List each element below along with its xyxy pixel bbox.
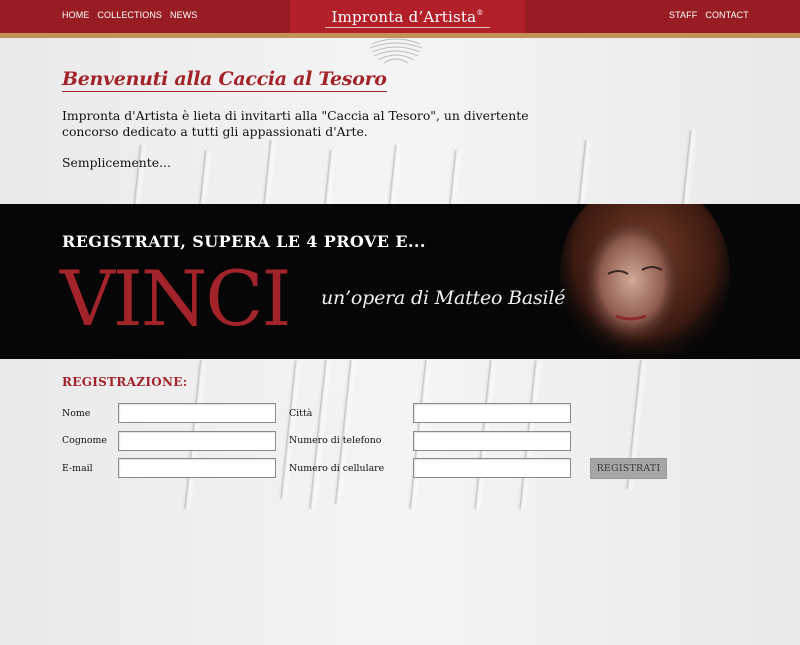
cognome-input[interactable]: [118, 431, 276, 451]
canvas-cut: [334, 359, 353, 505]
nav-contact-link[interactable]: CONTACT: [705, 10, 749, 20]
canvas-cut: [324, 149, 333, 205]
registrati-button[interactable]: REGISTRATI: [590, 458, 667, 479]
canvas-cut: [682, 129, 693, 205]
banner-subtitle: un’opera di Matteo Basilé: [321, 287, 566, 309]
nome-input[interactable]: [118, 403, 276, 423]
brand-name: Impronta d’Artista®: [325, 8, 490, 28]
intro-continuation: Semplicemente...: [62, 155, 171, 170]
cognome-label: Cognome: [62, 435, 107, 446]
canvas-cut: [198, 149, 208, 210]
canvas-cut: [449, 149, 458, 205]
canvas-cut: [578, 139, 588, 205]
fingerprint-icon: [369, 38, 423, 64]
brand-logo[interactable]: Impronta d’Artista®: [290, 0, 525, 33]
registered-mark: ®: [476, 8, 484, 17]
canvas-cut: [388, 144, 398, 205]
banner-vinci-word: VINCI: [60, 254, 292, 343]
secondary-nav: STAFF CONTACT: [669, 10, 749, 20]
page-title: Benvenuti alla Caccia al Tesoro: [62, 68, 387, 92]
nav-collections-link[interactable]: COLLECTIONS: [97, 10, 162, 20]
registration-title: REGISTRAZIONE:: [62, 375, 188, 389]
banner-headline: REGISTRATI, SUPERA LE 4 PROVE E...: [62, 232, 426, 251]
citta-input[interactable]: [413, 403, 571, 423]
cellulare-input[interactable]: [413, 458, 571, 478]
nome-label: Nome: [62, 408, 91, 419]
telefono-label: Numero di telefono: [289, 435, 382, 446]
cellulare-label: Numero di cellulare: [289, 463, 385, 474]
nav-news-link[interactable]: NEWS: [170, 10, 197, 20]
nav-home-link[interactable]: HOME: [62, 10, 89, 20]
canvas-cut: [280, 359, 298, 500]
canvas-cut: [263, 139, 273, 205]
canvas-cut: [133, 144, 143, 205]
email-label: E-mail: [62, 463, 93, 474]
citta-label: Città: [289, 408, 313, 419]
email-input[interactable]: [118, 458, 276, 478]
telefono-input[interactable]: [413, 431, 571, 451]
nav-staff-link[interactable]: STAFF: [669, 10, 697, 20]
main-nav: HOME COLLECTIONS NEWS: [62, 10, 197, 20]
banner-portrait-face: [560, 204, 730, 359]
intro-paragraph: Impronta d'Artista è lieta di invitarti …: [62, 108, 529, 139]
